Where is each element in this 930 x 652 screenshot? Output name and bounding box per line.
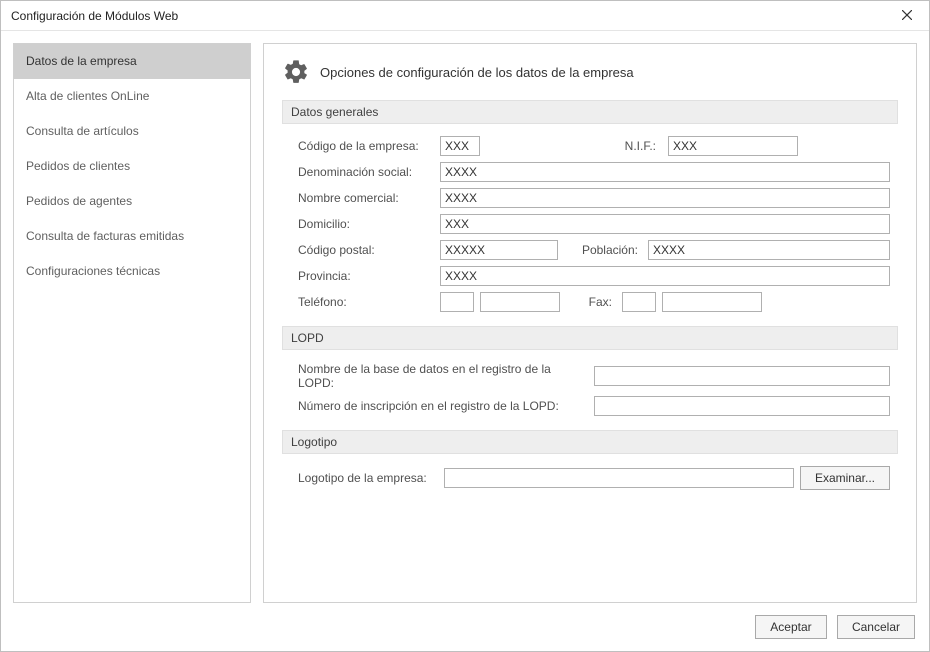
- poblacion-input[interactable]: [648, 240, 890, 260]
- sidebar-item-label: Consulta de facturas emitidas: [26, 229, 184, 243]
- sidebar-item-label: Pedidos de agentes: [26, 194, 132, 208]
- sidebar-item-label: Consulta de artículos: [26, 124, 139, 138]
- label-codigo-postal: Código postal:: [298, 243, 434, 257]
- label-denominacion: Denominación social:: [298, 165, 434, 179]
- label-comercial: Nombre comercial:: [298, 191, 434, 205]
- codigo-postal-input[interactable]: [440, 240, 558, 260]
- sidebar: Datos de la empresa Alta de clientes OnL…: [13, 43, 251, 603]
- telefono-number-input[interactable]: [480, 292, 560, 312]
- sidebar-item-label: Alta de clientes OnLine: [26, 89, 149, 103]
- ok-button[interactable]: Aceptar: [755, 615, 827, 639]
- label-poblacion: Población:: [564, 243, 642, 257]
- label-lopd-db: Nombre de la base de datos en el registr…: [298, 362, 588, 390]
- sidebar-item-consulta-articulos[interactable]: Consulta de artículos: [14, 114, 250, 149]
- codigo-empresa-input[interactable]: [440, 136, 480, 156]
- section-title-general: Datos generales: [282, 100, 898, 124]
- domicilio-input[interactable]: [440, 214, 890, 234]
- dialog-footer: Aceptar Cancelar: [1, 603, 929, 651]
- lopd-num-input[interactable]: [594, 396, 890, 416]
- sidebar-item-consulta-facturas[interactable]: Consulta de facturas emitidas: [14, 219, 250, 254]
- label-lopd-num: Número de inscripción en el registro de …: [298, 399, 588, 413]
- label-logo: Logotipo de la empresa:: [298, 471, 438, 485]
- label-fax: Fax:: [566, 295, 616, 309]
- denominacion-input[interactable]: [440, 162, 890, 182]
- comercial-input[interactable]: [440, 188, 890, 208]
- sidebar-item-pedidos-clientes[interactable]: Pedidos de clientes: [14, 149, 250, 184]
- sidebar-item-pedidos-agentes[interactable]: Pedidos de agentes: [14, 184, 250, 219]
- close-icon: [902, 9, 912, 23]
- sidebar-item-alta-clientes[interactable]: Alta de clientes OnLine: [14, 79, 250, 114]
- label-domicilio: Domicilio:: [298, 217, 434, 231]
- sidebar-item-label: Datos de la empresa: [26, 54, 137, 68]
- sidebar-item-config-tecnicas[interactable]: Configuraciones técnicas: [14, 254, 250, 289]
- label-provincia: Provincia:: [298, 269, 434, 283]
- cancel-button[interactable]: Cancelar: [837, 615, 915, 639]
- panel-title: Opciones de configuración de los datos d…: [320, 65, 634, 80]
- fax-prefix-input[interactable]: [622, 292, 656, 312]
- telefono-prefix-input[interactable]: [440, 292, 474, 312]
- label-telefono: Teléfono:: [298, 295, 434, 309]
- window-title: Configuración de Módulos Web: [11, 9, 884, 23]
- provincia-input[interactable]: [440, 266, 890, 286]
- section-title-logo: Logotipo: [282, 430, 898, 454]
- section-title-lopd: LOPD: [282, 326, 898, 350]
- sidebar-item-label: Configuraciones técnicas: [26, 264, 160, 278]
- close-button[interactable]: [884, 1, 929, 31]
- nif-input[interactable]: [668, 136, 798, 156]
- gear-icon: [282, 58, 310, 86]
- main-panel: Opciones de configuración de los datos d…: [263, 43, 917, 603]
- browse-button[interactable]: Examinar...: [800, 466, 890, 490]
- label-codigo-empresa: Código de la empresa:: [298, 139, 434, 153]
- logo-path-input[interactable]: [444, 468, 794, 488]
- lopd-db-input[interactable]: [594, 366, 890, 386]
- fax-number-input[interactable]: [662, 292, 762, 312]
- sidebar-item-datos-empresa[interactable]: Datos de la empresa: [14, 44, 250, 79]
- sidebar-item-label: Pedidos de clientes: [26, 159, 130, 173]
- label-nif: N.I.F.:: [486, 139, 662, 153]
